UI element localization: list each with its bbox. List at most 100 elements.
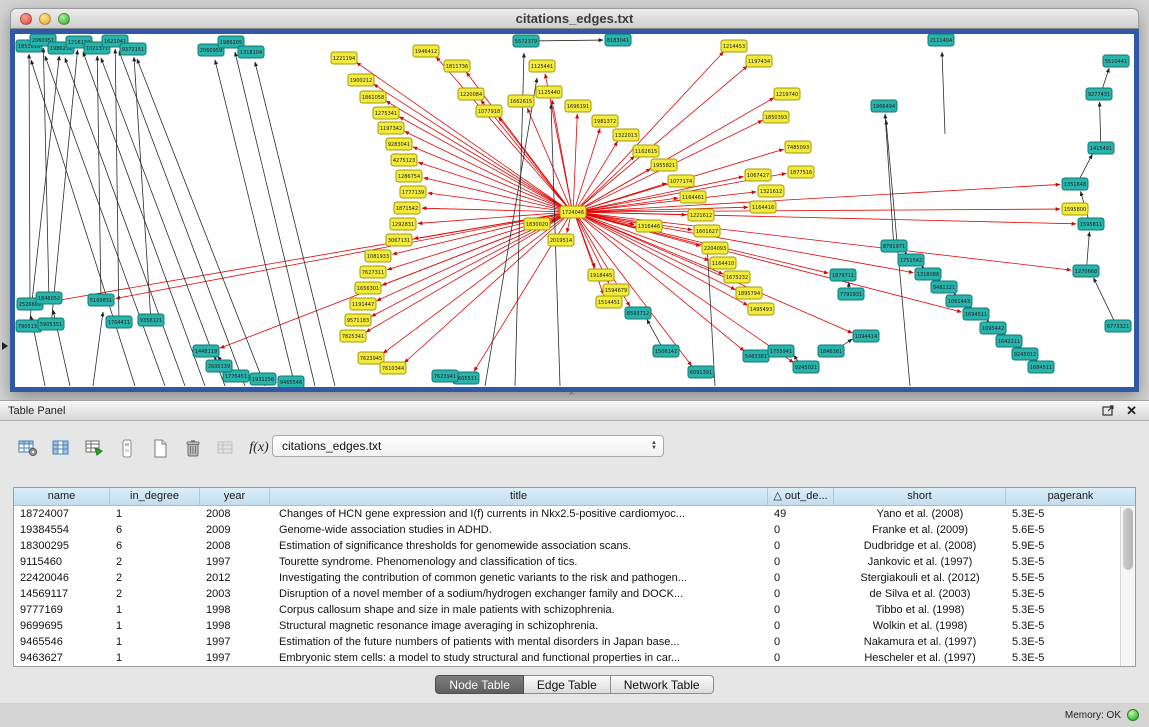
graph-node[interactable]: 9465546	[278, 376, 304, 387]
graph-node[interactable]: 1704411	[106, 316, 132, 328]
graph-node[interactable]: 1662615	[508, 95, 534, 107]
graph-node[interactable]: 7825341	[340, 330, 366, 342]
graph-node[interactable]: 1811736	[444, 60, 470, 72]
graph-node[interactable]: 7610344	[380, 362, 406, 374]
graph-node[interactable]: 2605139	[206, 360, 232, 372]
graph-node[interactable]: 1724046	[560, 206, 586, 218]
graph-node[interactable]: 2111404	[928, 34, 954, 46]
graph-edge[interactable]	[886, 120, 910, 386]
graph-node[interactable]: 1966494	[871, 100, 897, 112]
graph-edge[interactable]	[573, 114, 577, 208]
graph-edge[interactable]	[255, 62, 335, 386]
graph-node[interactable]: 6091391	[688, 366, 714, 378]
graph-node[interactable]: 9571183	[345, 314, 371, 326]
graph-node[interactable]: 8593712	[625, 307, 651, 319]
delete-column-icon[interactable]	[179, 435, 207, 461]
column-header[interactable]: year	[200, 488, 270, 505]
graph-node[interactable]: 4275123	[391, 154, 417, 166]
graph-node[interactable]: 1514451	[596, 296, 622, 308]
graph-edge[interactable]	[235, 52, 315, 386]
column-header[interactable]: name	[14, 488, 110, 505]
graph-node[interactable]: 1162615	[633, 145, 659, 157]
graph-node[interactable]: 1067427	[745, 169, 771, 181]
show-columns-icon[interactable]	[47, 435, 75, 461]
table-row[interactable]: 1872400712008Changes of HCN gene express…	[14, 506, 1120, 522]
graph-node[interactable]: 1931256	[250, 373, 276, 385]
graph-node[interactable]: 5905351	[38, 318, 64, 330]
graph-edge[interactable]	[31, 60, 135, 386]
graph-edge[interactable]	[575, 129, 600, 209]
graph-node[interactable]: 1850393	[763, 111, 789, 123]
column-header[interactable]: title	[270, 488, 768, 505]
graph-edge[interactable]	[83, 52, 205, 386]
graph-edge[interactable]	[579, 213, 913, 273]
float-panel-icon[interactable]	[1102, 405, 1114, 416]
graph-edge[interactable]	[1100, 102, 1101, 144]
graph-node[interactable]: 9356121	[138, 314, 164, 326]
graph-node[interactable]: 9277431	[1086, 88, 1112, 100]
memory-status-icon[interactable]	[1127, 709, 1139, 721]
table-row[interactable]: 2242004622012Investigating the contribut…	[14, 570, 1120, 586]
graph-node[interactable]: 9245021	[793, 361, 819, 373]
table-row[interactable]: 977716911998Corpus callosum shape and si…	[14, 602, 1120, 618]
graph-node[interactable]: 1275341	[373, 107, 399, 119]
graph-node[interactable]: 1877516	[788, 166, 814, 178]
graph-node[interactable]: 1220084	[458, 88, 484, 100]
graph-node[interactable]: 1981372	[592, 115, 618, 127]
graph-node[interactable]: 1846052	[36, 292, 62, 304]
graph-edge[interactable]	[137, 59, 265, 386]
graph-node[interactable]: 7623945	[358, 352, 384, 364]
graph-edge[interactable]	[1102, 68, 1109, 90]
zoom-window-button[interactable]	[58, 13, 70, 25]
graph-node[interactable]: 1495493	[748, 303, 774, 315]
graph-node[interactable]: 1694511	[963, 308, 989, 320]
graph-node[interactable]: 1164461	[680, 191, 706, 203]
graph-edge[interactable]	[119, 51, 245, 386]
table-scrollbar[interactable]	[1120, 506, 1135, 666]
graph-node[interactable]: 1077174	[668, 175, 694, 187]
graph-edge[interactable]	[1094, 278, 1115, 323]
graph-node[interactable]: 1675232	[724, 271, 750, 283]
graph-node[interactable]: 1846361	[818, 345, 844, 357]
graph-edge[interactable]	[942, 52, 945, 134]
graph-node[interactable]: 1871542	[394, 202, 420, 214]
table-row[interactable]: 946362711997Embryonic stem cells: a mode…	[14, 650, 1120, 666]
graph-edge[interactable]	[405, 131, 568, 210]
graph-node[interactable]: 1221194	[331, 52, 357, 64]
graph-node[interactable]: 1077918	[476, 105, 502, 117]
graph-node[interactable]: 7627311	[360, 266, 386, 278]
graph-node[interactable]: 1214453	[721, 40, 747, 52]
graph-node[interactable]: 1448119	[193, 345, 219, 357]
column-header[interactable]: pagerank	[1006, 488, 1135, 505]
graph-node[interactable]: 9372151	[120, 43, 146, 55]
import-table-icon[interactable]	[212, 435, 240, 461]
graph-node[interactable]: 7485093	[785, 141, 811, 153]
graph-edge[interactable]	[885, 114, 894, 242]
graph-node[interactable]: 1219740	[774, 88, 800, 100]
tab-node-table[interactable]: Node Table	[435, 675, 524, 694]
graph-node[interactable]: 1061443	[946, 295, 972, 307]
graph-edge[interactable]	[579, 209, 1060, 212]
graph-node[interactable]: 1595811	[1078, 218, 1104, 230]
graph-node[interactable]: 9245012	[1012, 348, 1038, 360]
window-titlebar[interactable]: citations_edges.txt	[10, 8, 1139, 29]
graph-node[interactable]: 2019514	[548, 234, 574, 246]
graph-node[interactable]: 5169831	[88, 294, 114, 306]
graph-node[interactable]: 1594679	[603, 284, 629, 296]
graph-edge[interactable]	[116, 213, 567, 299]
graph-node[interactable]: 1777139	[400, 186, 426, 198]
graph-node[interactable]: 1696191	[565, 100, 591, 112]
graph-node[interactable]: 8183041	[605, 34, 631, 46]
graph-node[interactable]: 1286754	[396, 170, 422, 182]
graph-node[interactable]: 1321612	[758, 185, 784, 197]
graph-node[interactable]: 1918445	[588, 269, 614, 281]
graph-node[interactable]: 1221612	[688, 209, 714, 221]
graph-node[interactable]: 1415491	[1088, 142, 1114, 154]
table-row[interactable]: 946554611997Estimation of the future num…	[14, 634, 1120, 650]
table-scrollbar-thumb[interactable]	[1123, 508, 1133, 570]
graph-node[interactable]: 1900212	[348, 74, 374, 86]
graph-edge[interactable]	[134, 57, 151, 316]
graph-node[interactable]: 1955821	[651, 159, 677, 171]
graph-edge[interactable]	[485, 78, 537, 386]
new-column-icon[interactable]	[146, 435, 174, 461]
